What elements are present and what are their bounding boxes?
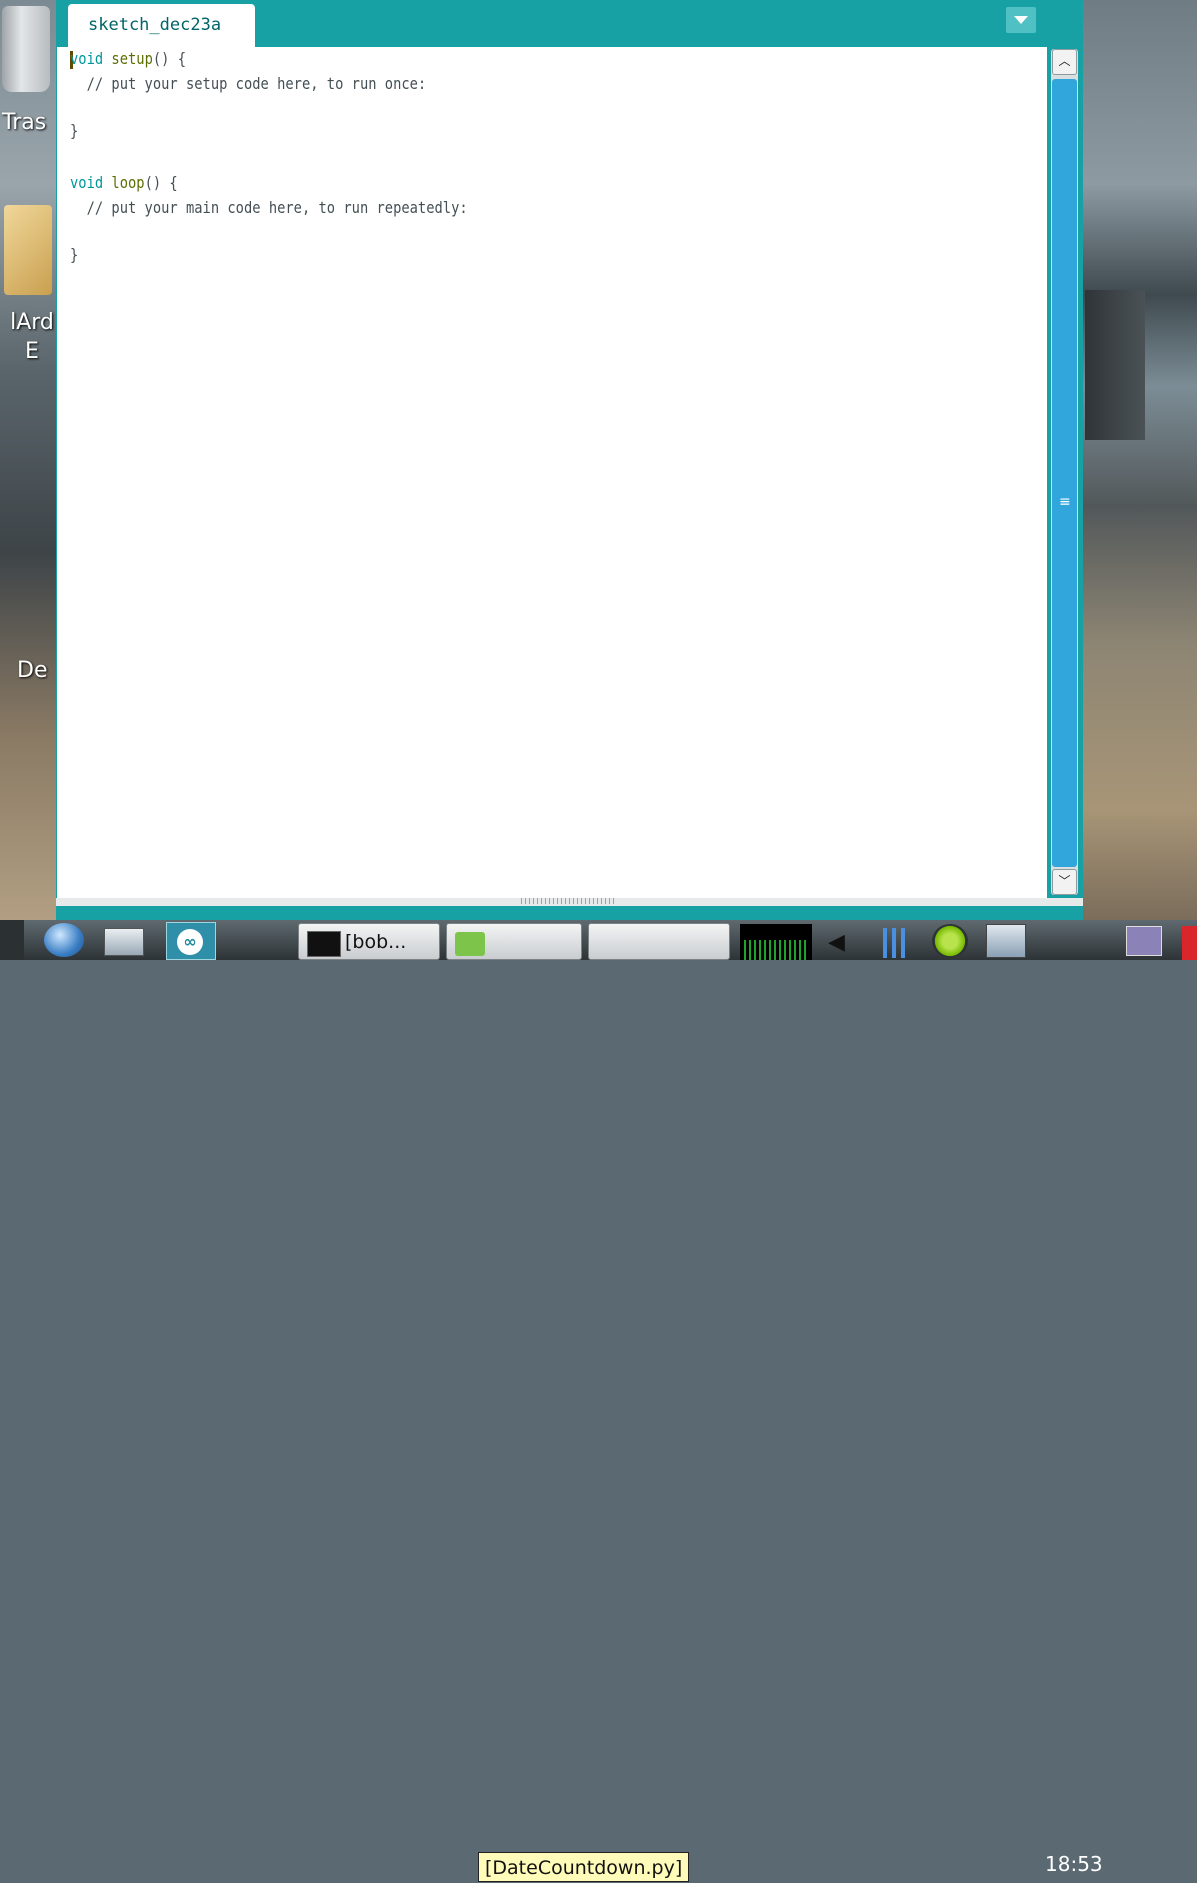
arduino-launcher-icon[interactable]: ∞ bbox=[166, 922, 216, 960]
code-line: // put your main code here, to run repea… bbox=[70, 198, 468, 217]
code-line: } bbox=[70, 121, 79, 140]
taskbar-window-terminal[interactable]: [bob... bbox=[298, 923, 440, 960]
browser-icon[interactable] bbox=[44, 923, 84, 957]
tab-menu-dropdown-icon[interactable] bbox=[1006, 7, 1036, 33]
code-line: // put your setup code here, to run once… bbox=[70, 74, 427, 93]
arduino-ide-window: sketch_dec23a void setup() { // put your… bbox=[56, 0, 1083, 920]
nvidia-icon[interactable] bbox=[932, 924, 968, 958]
cpu-monitor-icon bbox=[740, 924, 812, 960]
folder-icon[interactable] bbox=[4, 205, 52, 295]
code-editor[interactable]: void setup() { // put your setup code he… bbox=[57, 47, 1047, 898]
editor-console-splitter[interactable] bbox=[56, 898, 1083, 906]
volume-icon[interactable]: ◀ bbox=[828, 930, 845, 955]
logout-icon[interactable] bbox=[1182, 926, 1197, 960]
splitter-grip-icon bbox=[521, 898, 617, 904]
vertical-scrollbar[interactable]: ≡ ︿ ﹀ bbox=[1047, 47, 1083, 898]
desktop-left-strip: Tras lArd E De bbox=[0, 0, 56, 920]
file-manager-icon[interactable] bbox=[104, 928, 144, 956]
grip-icon: ≡ bbox=[1059, 494, 1071, 510]
trash-icon[interactable] bbox=[2, 6, 50, 92]
console-area bbox=[56, 906, 1083, 920]
terminal-icon bbox=[307, 931, 341, 957]
editor-app-icon bbox=[455, 932, 485, 956]
taskbar: ∞ [bob... [DateCountdown.py] ◀ 18:53 bbox=[0, 920, 1197, 1882]
infinity-icon: ∞ bbox=[177, 929, 203, 955]
scrollbar-thumb[interactable]: ≡ bbox=[1052, 79, 1077, 867]
wallpaper-pier bbox=[1085, 290, 1145, 440]
update-notifier-icon[interactable] bbox=[986, 924, 1026, 958]
tab-bar: sketch_dec23a bbox=[56, 0, 1083, 47]
scroll-down-button[interactable]: ﹀ bbox=[1052, 869, 1077, 895]
desktop-item-label: De bbox=[17, 658, 48, 683]
clock[interactable]: 18:53 bbox=[1045, 1852, 1103, 1876]
trash-label: Tras bbox=[2, 110, 47, 135]
taskbar-tooltip: [DateCountdown.py] bbox=[478, 1852, 690, 1882]
desktop-right-strip bbox=[1083, 0, 1197, 920]
folder-label: lArd E bbox=[10, 310, 54, 364]
lock-screen-icon[interactable] bbox=[1126, 926, 1162, 956]
taskbar-window-python[interactable] bbox=[446, 923, 582, 960]
code-line: void setup() { bbox=[70, 49, 186, 68]
tab-sketch[interactable]: sketch_dec23a bbox=[68, 4, 255, 47]
code-line: void loop() { bbox=[70, 173, 178, 192]
taskbar-window-arduino[interactable] bbox=[588, 923, 730, 960]
scroll-up-button[interactable]: ︿ bbox=[1052, 49, 1077, 75]
network-signal-icon[interactable] bbox=[876, 928, 912, 958]
code-line: } bbox=[70, 245, 79, 264]
menu-icon[interactable] bbox=[0, 920, 24, 960]
